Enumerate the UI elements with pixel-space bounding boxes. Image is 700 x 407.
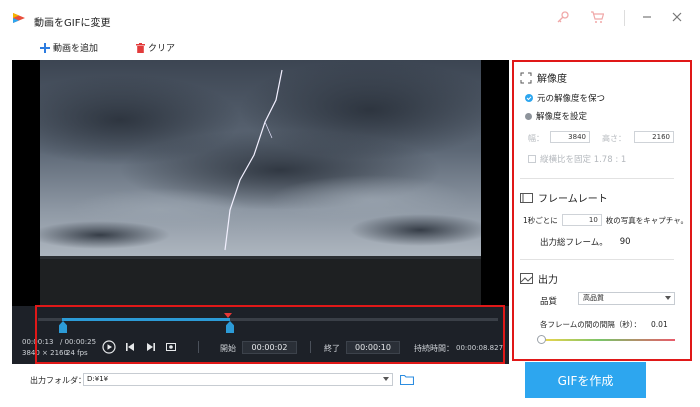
chevron-down-icon (383, 377, 389, 381)
plus-icon (40, 42, 50, 53)
titlebar-divider (624, 10, 625, 26)
minimize-icon[interactable] (640, 10, 654, 24)
output-folder-label: 出力フォルダ： (30, 376, 86, 385)
clear-label: クリア (148, 44, 176, 54)
toolbar (0, 34, 700, 60)
add-video-label: 動画を追加 (53, 44, 99, 54)
folder-icon[interactable] (400, 374, 414, 385)
output-folder-input[interactable]: D:¥1¥ (83, 373, 393, 386)
output-folder-dropdown[interactable] (380, 373, 393, 386)
add-video-button[interactable]: 動画を追加 (40, 41, 98, 54)
video-preview (12, 60, 509, 306)
create-gif-button[interactable]: GIFを作成 (525, 362, 646, 398)
trash-icon (136, 42, 145, 53)
cart-icon[interactable] (590, 10, 604, 24)
key-icon[interactable] (556, 10, 570, 24)
clear-button[interactable]: クリア (136, 41, 175, 54)
highlight-box (512, 60, 692, 361)
close-icon[interactable] (670, 10, 684, 24)
video-frame-image (40, 60, 481, 306)
app-logo-icon (13, 13, 25, 23)
window-title: 動画をGIFに変更 (34, 18, 111, 29)
highlight-box (35, 305, 505, 364)
